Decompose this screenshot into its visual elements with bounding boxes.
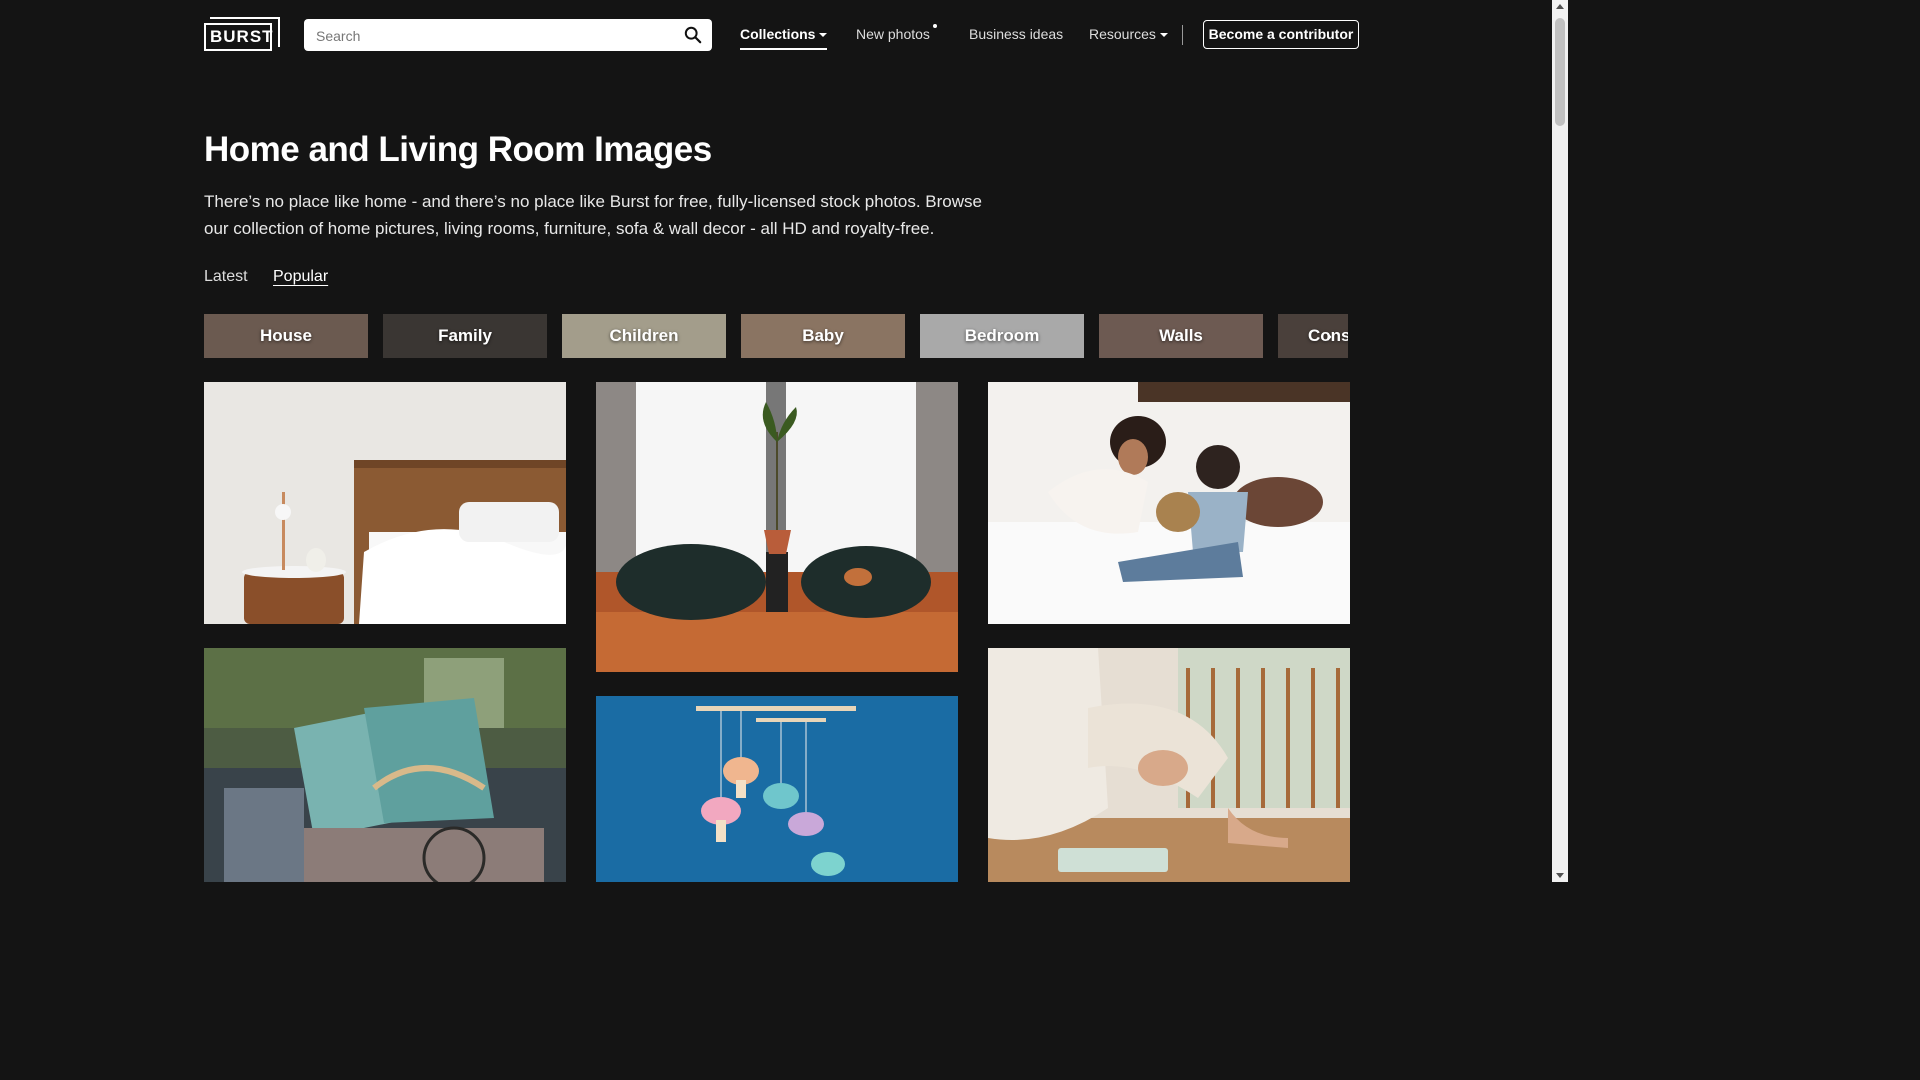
category-label: Walls [1159, 326, 1203, 345]
burst-logo[interactable]: BURST [204, 17, 280, 53]
category-label: House [260, 326, 312, 345]
nav-collections-label: Collections [740, 26, 816, 42]
page-title: Home and Living Room Images [204, 130, 712, 169]
nav-collections[interactable]: Collections [740, 26, 828, 50]
category-label: Children [609, 326, 679, 345]
scroll-up-arrow-icon[interactable] [1556, 4, 1564, 9]
nav-resources[interactable]: Resources [1089, 26, 1168, 42]
category-label: Baby [802, 326, 844, 345]
photo-image [204, 648, 566, 882]
category-cons[interactable]: Cons [1278, 314, 1348, 358]
category-carousel: House Family Children Baby Bedroom Walls… [204, 314, 1348, 358]
category-baby[interactable]: Baby [741, 314, 905, 358]
nav-business-ideas[interactable]: Business ideas [969, 26, 1063, 42]
photo-window-beanbags[interactable] [596, 382, 958, 672]
scrollbar-thumb[interactable] [1555, 18, 1565, 126]
photo-bed-nightstand[interactable] [204, 382, 566, 624]
photo-image [204, 382, 566, 624]
tab-popular[interactable]: Popular [273, 268, 328, 286]
nav-new-photos[interactable]: New photos [856, 24, 937, 42]
photo-image [596, 696, 958, 882]
caret-down-icon [819, 33, 828, 38]
chevron-right-icon[interactable]: › [1326, 326, 1332, 347]
nav-resources-label: Resources [1089, 26, 1156, 42]
photo-image [988, 382, 1350, 624]
photo-sofa-pillows[interactable] [204, 648, 566, 882]
search-bar [304, 19, 712, 51]
caret-down-icon [1159, 33, 1168, 38]
photo-felt-mobile[interactable] [596, 696, 958, 882]
nav-divider [1182, 25, 1183, 45]
photo-image [988, 648, 1350, 882]
category-walls[interactable]: Walls [1099, 314, 1263, 358]
category-family[interactable]: Family [383, 314, 547, 358]
scroll-down-arrow-icon[interactable] [1556, 873, 1564, 878]
search-icon[interactable] [684, 26, 702, 44]
become-contributor-button[interactable]: Become a contributor [1203, 20, 1359, 49]
new-indicator-dot [932, 24, 937, 28]
photo-woman-floor[interactable] [988, 648, 1350, 882]
logo-text: BURST [210, 27, 274, 46]
category-bedroom[interactable]: Bedroom [920, 314, 1084, 358]
page-description: There’s no place like home - and there’s… [204, 192, 982, 238]
nav-new-photos-label: New photos [856, 26, 930, 42]
nav-business-ideas-label: Business ideas [969, 26, 1064, 42]
category-house[interactable]: House [204, 314, 368, 358]
photo-mother-child-bed[interactable] [988, 382, 1350, 624]
search-input[interactable] [314, 25, 668, 47]
category-children[interactable]: Children [562, 314, 726, 358]
category-label: Family [438, 326, 492, 345]
category-label: Bedroom [964, 326, 1040, 345]
tab-latest[interactable]: Latest [204, 268, 248, 286]
photo-image [596, 382, 958, 672]
page-scrollbar[interactable] [1552, 0, 1568, 882]
site-header: BURST Collections New photos Business id… [0, 0, 1552, 70]
